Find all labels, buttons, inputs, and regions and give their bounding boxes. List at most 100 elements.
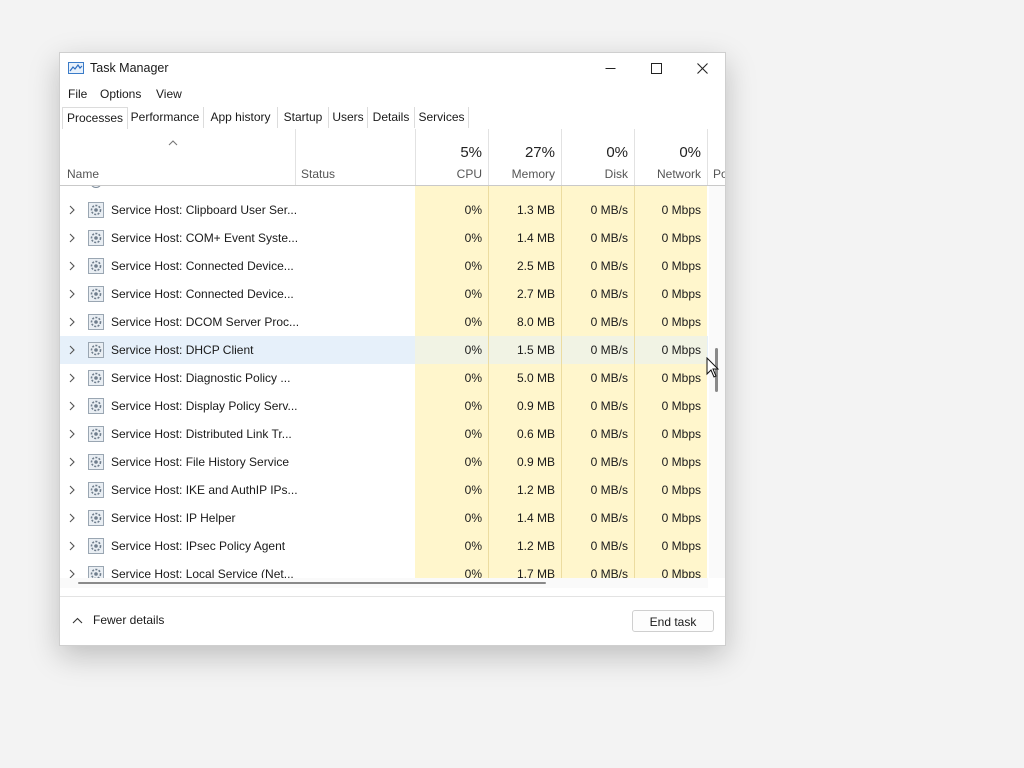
cpu-cell: 0% <box>415 364 488 392</box>
chevron-right-icon[interactable] <box>68 568 76 578</box>
chevron-right-icon[interactable] <box>68 344 76 356</box>
process-name: Service Host: Distributed Link Tr... <box>111 427 292 441</box>
table-row[interactable]: Service Host: DHCP Client 0% 1.5 MB 0 MB/s 0… <box>60 336 708 364</box>
mouse-cursor-icon <box>706 357 720 378</box>
gear-icon <box>88 426 104 442</box>
column-status-header[interactable]: Status <box>295 129 416 185</box>
disk-cell: 0 MB/s <box>561 392 634 420</box>
table-row[interactable]: Service Host: Diagnostic Policy ... 0% 5.0… <box>60 364 708 392</box>
table-row-partial[interactable] <box>60 186 708 196</box>
gear-icon <box>88 342 104 358</box>
chevron-right-icon[interactable] <box>68 428 76 440</box>
menu-file[interactable]: File <box>68 87 87 101</box>
chevron-right-icon[interactable] <box>68 204 76 216</box>
maximize-button[interactable] <box>633 53 679 83</box>
table-row[interactable]: Service Host: DCOM Server Proc... 0% 8.0 M… <box>60 308 708 336</box>
network-cell <box>634 186 707 196</box>
horizontal-scrollbar[interactable] <box>60 578 708 588</box>
tab-services[interactable]: Services <box>415 107 469 128</box>
status-cell <box>295 448 415 476</box>
memory-cell: 0.9 MB <box>488 448 561 476</box>
table-row[interactable]: Service Host: COM+ Event Syste... 0% 1.4 M… <box>60 224 708 252</box>
status-cell <box>295 392 415 420</box>
status-cell <box>295 532 415 560</box>
disk-cell: 0 MB/s <box>561 308 634 336</box>
gear-icon <box>88 398 104 414</box>
process-name: Service Host: Local Service (Net... <box>111 567 294 578</box>
column-disk-header[interactable]: 0% Disk <box>561 129 635 185</box>
disk-cell: 0 MB/s <box>561 504 634 532</box>
cpu-cell: 0% <box>415 392 488 420</box>
column-power-header[interactable]: Po <box>707 129 725 185</box>
tab-app-history[interactable]: App history <box>204 107 278 128</box>
table-row[interactable]: Service Host: Distributed Link Tr... 0% 0.… <box>60 420 708 448</box>
chevron-right-icon[interactable] <box>68 288 76 300</box>
title-bar[interactable]: Task Manager <box>60 53 725 85</box>
process-name: Service Host: IP Helper <box>111 511 236 525</box>
chevron-right-icon[interactable] <box>68 232 76 244</box>
chevron-right-icon[interactable] <box>68 456 76 468</box>
menu-bar: File Options View <box>60 85 725 105</box>
memory-cell: 1.4 MB <box>488 224 561 252</box>
tab-users[interactable]: Users <box>329 107 368 128</box>
horizontal-scroll-thumb[interactable] <box>78 582 546 584</box>
tab-details[interactable]: Details <box>368 107 415 128</box>
table-row[interactable]: Service Host: File History Service 0% 0.9 … <box>60 448 708 476</box>
power-header-label: Po <box>713 167 725 181</box>
chevron-right-icon[interactable] <box>68 316 76 328</box>
process-name: Service Host: Display Policy Serv... <box>111 399 298 413</box>
table-row[interactable]: Service Host: IPsec Policy Agent 0% 1.2 MB… <box>60 532 708 560</box>
memory-cell: 1.3 MB <box>488 196 561 224</box>
window-title: Task Manager <box>90 61 169 75</box>
chevron-right-icon[interactable] <box>68 400 76 412</box>
status-cell <box>295 336 415 364</box>
vertical-scrollbar[interactable] <box>709 186 725 578</box>
cpu-cell: 0% <box>415 560 488 578</box>
tab-processes[interactable]: Processes <box>62 107 128 131</box>
minimize-button[interactable] <box>587 53 633 83</box>
tab-startup[interactable]: Startup <box>278 107 329 128</box>
maximize-icon <box>650 62 662 74</box>
table-row[interactable]: Service Host: Clipboard User Ser... 0% 1.3… <box>60 196 708 224</box>
chevron-right-icon[interactable] <box>68 484 76 496</box>
end-task-button[interactable]: End task <box>632 610 714 632</box>
table-row[interactable]: Service Host: Connected Device... 0% 2.7 M… <box>60 280 708 308</box>
network-header-label: Network <box>656 167 701 181</box>
close-button[interactable] <box>679 53 725 83</box>
memory-cell: 1.5 MB <box>488 336 561 364</box>
menu-view[interactable]: View <box>156 87 182 101</box>
table-row[interactable]: Service Host: IKE and AuthIP IPs... 0% 1.2… <box>60 476 708 504</box>
disk-cell: 0 MB/s <box>561 448 634 476</box>
status-cell <box>295 476 415 504</box>
status-cell <box>295 224 415 252</box>
chevron-right-icon[interactable] <box>68 540 76 552</box>
column-memory-header[interactable]: 27% Memory <box>488 129 562 185</box>
column-network-header[interactable]: 0% Network <box>634 129 708 185</box>
chevron-right-icon[interactable] <box>68 260 76 272</box>
menu-options[interactable]: Options <box>100 87 141 101</box>
fewer-details-button[interactable]: Fewer details <box>72 613 164 627</box>
memory-cell: 1.7 MB <box>488 560 561 578</box>
status-cell <box>295 364 415 392</box>
cpu-cell: 0% <box>415 252 488 280</box>
chevron-right-icon[interactable] <box>68 512 76 524</box>
disk-cell: 0 MB/s <box>561 196 634 224</box>
gear-icon <box>88 370 104 386</box>
table-row[interactable]: Service Host: IP Helper 0% 1.4 MB 0 MB/s 0 M… <box>60 504 708 532</box>
table-row[interactable]: Service Host: Connected Device... 0% 2.5 M… <box>60 252 708 280</box>
network-cell: 0 Mbps <box>634 448 707 476</box>
chevron-right-icon[interactable] <box>68 372 76 384</box>
gear-icon <box>88 538 104 554</box>
table-row[interactable]: Service Host: Display Policy Serv... 0% 0.… <box>60 392 708 420</box>
column-cpu-header[interactable]: 5% CPU <box>415 129 489 185</box>
gear-icon <box>88 454 104 470</box>
column-name-header[interactable]: Name <box>60 129 296 185</box>
disk-total-percent: 0% <box>606 144 628 161</box>
cpu-cell: 0% <box>415 224 488 252</box>
status-cell <box>295 196 415 224</box>
network-cell: 0 Mbps <box>634 504 707 532</box>
table-row[interactable]: Service Host: Local Service (Net... 0% 1.7… <box>60 560 708 578</box>
memory-cell: 1.4 MB <box>488 504 561 532</box>
chevron-up-icon <box>72 617 83 623</box>
tab-performance[interactable]: Performance <box>127 107 204 128</box>
